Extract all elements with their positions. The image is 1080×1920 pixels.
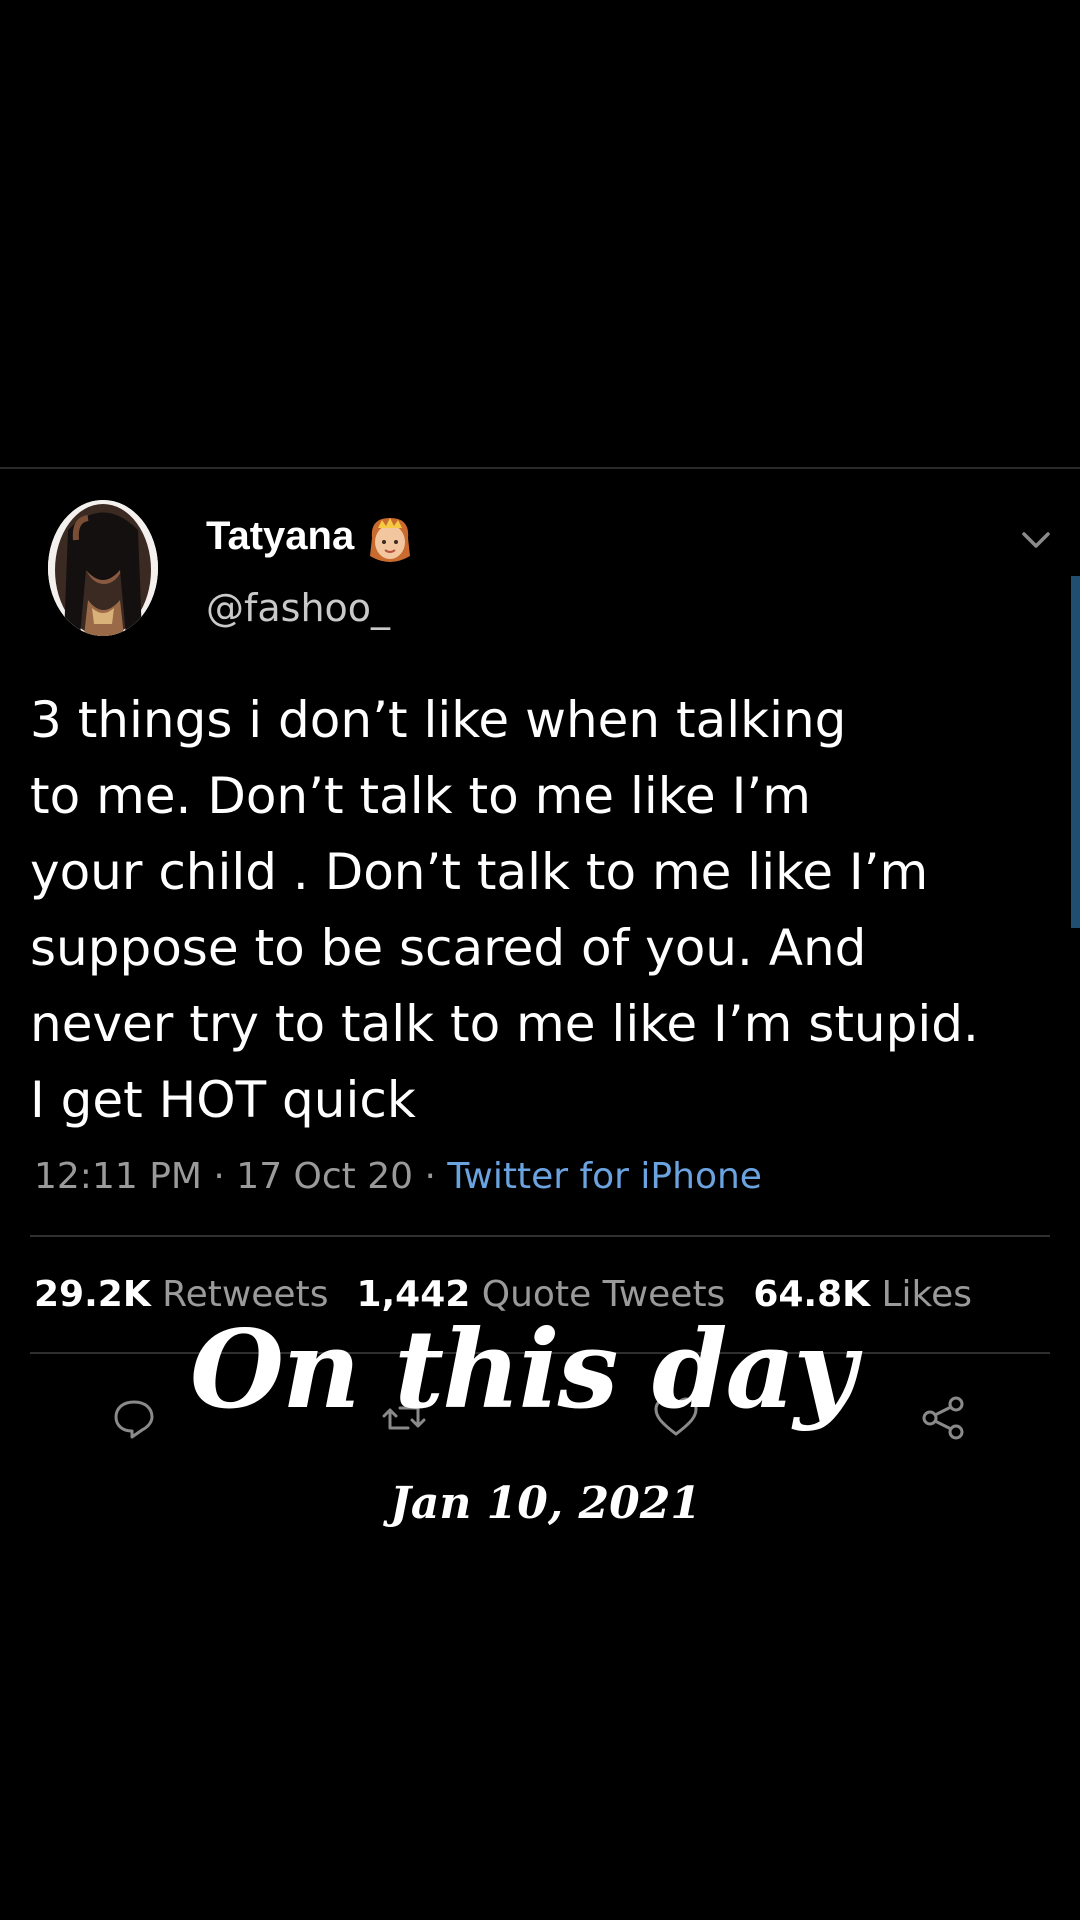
- reply-icon[interactable]: [108, 1392, 160, 1444]
- author-handle[interactable]: @fashoo_: [206, 586, 390, 630]
- tweet-text: 3 things i don’t like when talking to me…: [30, 691, 979, 1129]
- princess-emoji-icon: [370, 518, 410, 562]
- top-divider: [0, 467, 1080, 469]
- author-name[interactable]: Tatyana: [206, 514, 354, 559]
- retweets-count: 29.2K: [34, 1274, 151, 1315]
- on-this-day-title: On this day: [190, 1307, 856, 1433]
- avatar[interactable]: [48, 500, 158, 636]
- share-icon[interactable]: [918, 1392, 970, 1444]
- chevron-down-icon[interactable]: [1016, 524, 1056, 556]
- divider: [30, 1235, 1050, 1237]
- tweet-source-link[interactable]: Twitter for iPhone: [447, 1156, 762, 1197]
- scroll-indicator[interactable]: [1071, 576, 1080, 928]
- tweet-timestamp: 12:11 PM · 17 Oct 20 ·: [34, 1156, 448, 1197]
- screen: Tatyana @fashoo_ 3 things i don’t like w…: [0, 0, 1080, 1920]
- likes-label: Likes: [881, 1274, 973, 1315]
- on-this-day-date: Jan 10, 2021: [390, 1478, 701, 1529]
- tweet-meta: 12:11 PM · 17 Oct 20 · Twitter for iPhon…: [34, 1156, 762, 1197]
